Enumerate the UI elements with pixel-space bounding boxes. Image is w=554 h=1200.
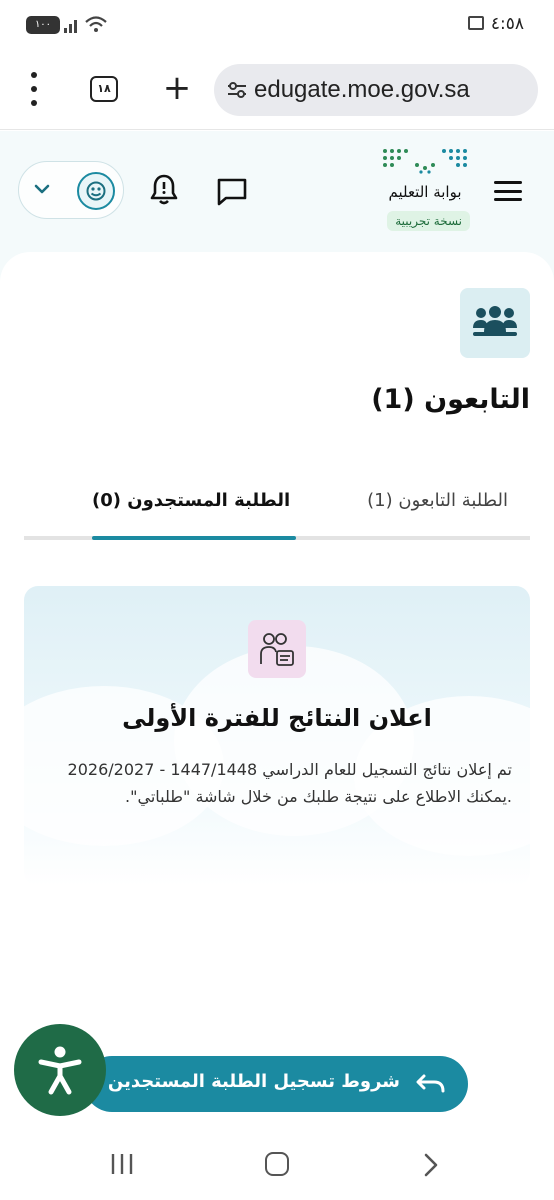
portal-logo[interactable]: بوابة التعليم xyxy=(380,145,470,201)
wifi-icon xyxy=(84,15,108,39)
battery-indicator: ١٠٠ xyxy=(26,16,60,34)
status-bar: ٤:٥٨ ١٠٠ xyxy=(0,0,554,50)
clock: ٤:٥٨ xyxy=(490,14,524,34)
active-tab-indicator xyxy=(92,536,296,540)
chat-icon[interactable] xyxy=(216,177,248,211)
tune-icon[interactable] xyxy=(226,80,248,104)
portal-name: بوابة التعليم xyxy=(388,183,462,201)
sim-card-icon xyxy=(468,16,484,30)
tab-new-students[interactable]: الطلبة المستجدون (0) xyxy=(92,490,290,511)
system-navigation-bar xyxy=(0,1130,554,1200)
signal-icon xyxy=(64,18,80,37)
tabs-bar: الطلبة التابعون (1) الطلبة المستجدون (0) xyxy=(24,480,530,540)
accessibility-icon xyxy=(38,1046,82,1095)
beta-badge: نسخة تجريبية xyxy=(387,211,470,231)
address-bar[interactable]: edugate.moe.gov.sa xyxy=(214,64,538,116)
home-icon[interactable] xyxy=(265,1152,289,1176)
avatar-icon[interactable] xyxy=(77,172,115,210)
page-title: التابعون (1) xyxy=(371,384,530,415)
registration-conditions-label: شروط تسجيل الطلبة المستجدين xyxy=(107,1071,400,1092)
student-card-icon xyxy=(248,620,306,678)
accessibility-button[interactable] xyxy=(14,1024,106,1116)
back-icon[interactable] xyxy=(420,1152,442,1182)
tab-switcher-button[interactable]: ١٨ xyxy=(90,76,118,102)
tab-following-students[interactable]: الطلبة التابعون (1) xyxy=(367,490,508,511)
undo-icon xyxy=(416,1072,446,1101)
url-text: edugate.moe.gov.sa xyxy=(254,76,470,103)
more-vert-icon[interactable] xyxy=(24,72,44,106)
announcement-card: اعلان النتائج للفترة الأولى تم إعلان نتا… xyxy=(24,586,530,886)
bell-icon[interactable] xyxy=(150,173,178,211)
announcement-title: اعلان النتائج للفترة الأولى xyxy=(122,704,432,732)
hamburger-icon[interactable] xyxy=(494,181,522,201)
user-menu[interactable] xyxy=(18,161,124,219)
announcement-body: تم إعلان نتائج التسجيل للعام الدراسي 144… xyxy=(67,760,512,806)
recent-apps-icon[interactable] xyxy=(110,1152,134,1180)
plus-icon[interactable]: + xyxy=(160,71,194,105)
browser-toolbar: ١٨ + edugate.moe.gov.sa xyxy=(0,50,554,130)
chevron-down-icon[interactable] xyxy=(33,180,51,202)
logo-mark xyxy=(383,149,467,174)
registration-conditions-button[interactable]: شروط تسجيل الطلبة المستجدين xyxy=(84,1056,468,1112)
group-icon xyxy=(460,288,530,358)
